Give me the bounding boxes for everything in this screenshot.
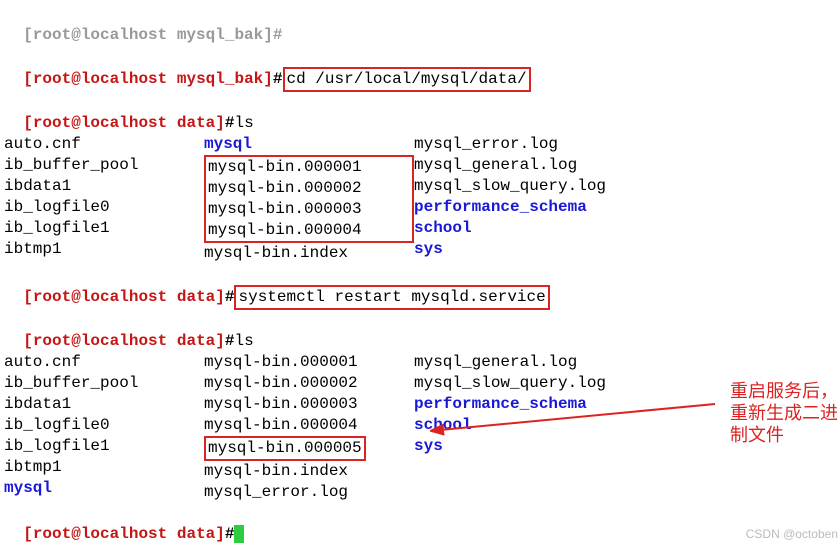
- file-entry: ib_buffer_pool: [4, 374, 138, 392]
- prompt-line-ls2: [root@localhost data]#ls: [4, 310, 838, 352]
- file-entry: ib_buffer_pool: [4, 156, 138, 174]
- file-entry: ibdata1: [4, 177, 71, 195]
- file-entry: ibtmp1: [4, 458, 62, 476]
- file-entry: ib_logfile1: [4, 437, 110, 455]
- file-entry: mysql-bin.index: [204, 244, 348, 262]
- annotation-text: 重启服务后，重新生成二进制文件: [730, 380, 838, 446]
- dir-entry: performance_schema: [414, 395, 587, 413]
- file-entry: auto.cnf: [4, 135, 81, 153]
- ls1-output: auto.cnf ib_buffer_pool ibdata1 ib_logfile0…: [4, 134, 674, 264]
- file-entry: mysql_slow_query.log: [414, 177, 606, 195]
- prompt-line-ls1: [root@localhost data]#ls: [4, 92, 838, 134]
- file-entry: mysql-bin.000001: [208, 158, 362, 176]
- file-entry: mysql-bin.index: [204, 462, 348, 480]
- prompt-line-final[interactable]: [root@localhost data]#: [4, 503, 838, 545]
- file-entry: mysql_general.log: [414, 156, 577, 174]
- cmd-cd-box: cd /usr/local/mysql/data/: [283, 67, 531, 92]
- file-entry: ib_logfile0: [4, 416, 110, 434]
- ls2-output: auto.cnf ib_buffer_pool ibdata1 ib_logfile0…: [4, 352, 674, 503]
- cursor-icon: [234, 525, 244, 543]
- file-entry: mysql-bin.000004: [208, 221, 362, 239]
- file-entry: ib_logfile0: [4, 198, 110, 216]
- dir-entry: school: [414, 219, 472, 237]
- dir-entry: performance_schema: [414, 198, 587, 216]
- file-entry: mysql_error.log: [204, 483, 348, 501]
- new-binlog-box: mysql-bin.000005: [204, 436, 366, 461]
- file-entry: mysql-bin.000004: [204, 416, 358, 434]
- file-entry: mysql_error.log: [414, 135, 558, 153]
- dir-entry: sys: [414, 240, 443, 258]
- dir-entry: sys: [414, 437, 443, 455]
- file-entry: mysql-bin.000003: [204, 395, 358, 413]
- cmd-restart[interactable]: systemctl restart mysqld.service: [238, 288, 545, 306]
- file-entry: mysql_slow_query.log: [414, 374, 606, 392]
- file-entry: ib_logfile1: [4, 219, 110, 237]
- file-entry: mysql-bin.000003: [208, 200, 362, 218]
- cmd-cd[interactable]: cd /usr/local/mysql/data/: [287, 70, 527, 88]
- file-entry: mysql_general.log: [414, 353, 577, 371]
- watermark: CSDN @octoben: [746, 524, 838, 545]
- binlog-box-1: mysql-bin.000001 mysql-bin.000002 mysql-bi…: [204, 155, 414, 243]
- cmd-ls1[interactable]: ls: [234, 114, 253, 132]
- cmd-ls2[interactable]: ls: [234, 332, 253, 350]
- file-entry: auto.cnf: [4, 353, 81, 371]
- dir-entry: mysql: [204, 135, 252, 153]
- file-entry: mysql-bin.000002: [208, 179, 362, 197]
- prompt-line-restart: [root@localhost data]#systemctl restart …: [4, 264, 838, 310]
- file-entry: mysql-bin.000005: [208, 439, 362, 457]
- dir-entry: mysql: [4, 479, 52, 497]
- file-entry: mysql-bin.000002: [204, 374, 358, 392]
- cmd-restart-box: systemctl restart mysqld.service: [234, 285, 549, 310]
- prompt-line-cut: [root@localhost mysql_bak]#: [4, 4, 838, 46]
- prompt-line-cd: [root@localhost mysql_bak]#cd /usr/local…: [4, 46, 838, 92]
- file-entry: mysql-bin.000001: [204, 353, 358, 371]
- file-entry: ibtmp1: [4, 240, 62, 258]
- dir-entry: school: [414, 416, 472, 434]
- file-entry: ibdata1: [4, 395, 71, 413]
